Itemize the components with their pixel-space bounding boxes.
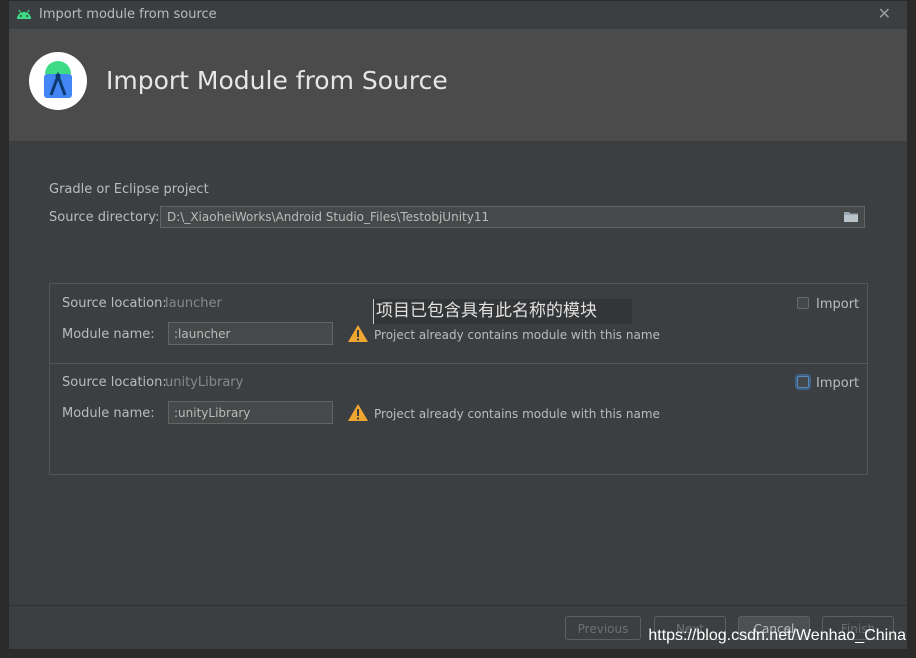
module-name-input[interactable]: :launcher [168,322,333,345]
source-directory-value: D:\_XiaoheiWorks\Android Studio_Files\Te… [167,210,490,224]
dialog-heading: Import Module from Source [106,66,448,95]
modules-list: Source location: launcher Module name: :… [49,283,868,475]
section-label: Gradle or Eclipse project [49,182,209,197]
import-module-dialog: Import module from source ✕ Import Modul… [8,0,908,650]
folder-icon[interactable] [843,210,859,227]
android-studio-logo-icon [29,52,87,110]
source-location-value: unityLibrary [165,375,244,390]
source-directory-label: Source directory: [49,210,160,225]
module-row: Source location: launcher Module name: :… [50,284,867,364]
title-bar: Import module from source ✕ [9,1,907,29]
module-name-input[interactable]: :unityLibrary [168,401,333,424]
source-location-label: Source location: [62,296,167,311]
import-label[interactable]: Import [816,297,859,312]
import-checkbox[interactable] [797,376,809,388]
window-title: Import module from source [39,7,217,22]
watermark: https://blog.csdn.net/Wenhao_China [648,627,906,644]
warning-text: Project already contains module with thi… [374,328,660,342]
source-location-label: Source location: [62,375,167,390]
dialog-content: Gradle or Eclipse project Source directo… [9,141,907,605]
module-name-label: Module name: [62,327,155,342]
tooltip: 项目已包含具有此名称的模块 [373,299,632,324]
module-name-label: Module name: [62,406,155,421]
android-icon [16,8,32,24]
import-label[interactable]: Import [816,376,859,391]
source-directory-field[interactable]: D:\_XiaoheiWorks\Android Studio_Files\Te… [160,206,865,228]
import-checkbox[interactable] [797,297,809,309]
source-location-value: launcher [165,296,222,311]
warning-icon [347,324,369,347]
previous-button[interactable]: Previous [565,616,641,640]
warning-text: Project already contains module with thi… [374,407,660,421]
warning-icon [347,403,369,426]
module-row: Source location: unityLibrary Module nam… [50,363,867,442]
editor-background [0,650,916,658]
dialog-header: Import Module from Source [9,29,907,141]
close-icon[interactable]: ✕ [878,4,891,23]
